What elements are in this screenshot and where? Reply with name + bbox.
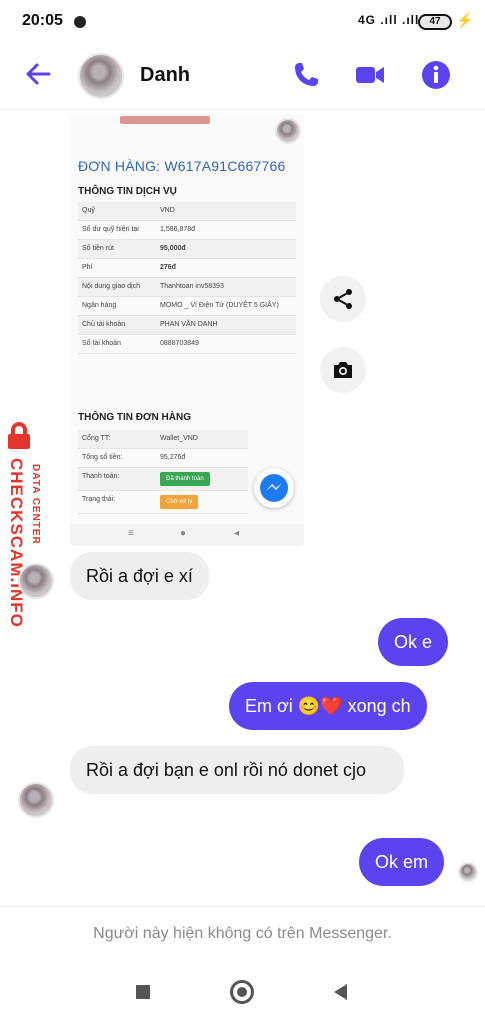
sender-avatar[interactable] bbox=[18, 563, 54, 599]
menu-icon: ≡ bbox=[128, 528, 134, 539]
lock-icon bbox=[8, 422, 30, 449]
shot-nav-bar: ≡ ● ◂ bbox=[70, 524, 304, 546]
outgoing-message[interactable]: Ok e bbox=[378, 618, 449, 666]
contact-name[interactable]: Danh bbox=[140, 64, 190, 87]
table-row: Thanh toán: Đã thanh toán bbox=[78, 467, 248, 491]
status-time: 20:05 bbox=[22, 12, 63, 29]
table-cell-key: Trạng thái: bbox=[78, 490, 156, 514]
back-icon[interactable] bbox=[334, 984, 347, 1000]
table-cell-key: Phí bbox=[78, 258, 156, 278]
table-cell-value: 95,276đ bbox=[156, 448, 248, 468]
home-icon: ● bbox=[180, 528, 187, 539]
table-cell-value: 0888703849 bbox=[156, 334, 296, 354]
battery-icon: 47 bbox=[418, 14, 452, 30]
table-cell-value: 1,586,878đ bbox=[156, 220, 296, 240]
camera-button[interactable] bbox=[320, 347, 366, 393]
table-row: Ngân hàng MOMO _ Ví Điện Tử (DUYỆT 5 GIÂY… bbox=[78, 296, 296, 316]
seen-avatar bbox=[458, 862, 478, 882]
status-badge: Chờ xử lý bbox=[160, 495, 199, 509]
table-cell-key: Cổng TT: bbox=[78, 430, 156, 449]
chat-header: Danh bbox=[0, 44, 485, 110]
status-bar: 20:05 4G .ıll .ıll 47 ⚡ bbox=[0, 0, 485, 44]
table-cell-value: VND bbox=[156, 202, 296, 221]
table-cell-key: Số dư quỹ hiện tại bbox=[78, 220, 156, 240]
video-camera-icon[interactable] bbox=[354, 59, 386, 91]
shared-image-message[interactable]: ĐƠN HÀNG: W617A91C667766 THÔNG TIN DỊCH … bbox=[70, 114, 304, 546]
table-cell-key: Thanh toán: bbox=[78, 467, 156, 491]
messenger-bubble-icon bbox=[254, 468, 294, 508]
table-row: Quỹ VND bbox=[78, 202, 296, 221]
incoming-message[interactable]: Rồi a đợi bạn e onl rồi nó donet cjo bbox=[70, 746, 404, 794]
system-nav-bar bbox=[0, 962, 485, 1024]
notification-icon bbox=[74, 16, 86, 28]
order-title: ĐƠN HÀNG: W617A91C667766 bbox=[78, 158, 286, 174]
phone-icon[interactable] bbox=[290, 59, 322, 91]
signal-icon: 4G .ıll .ıll bbox=[358, 13, 420, 27]
table-cell-value: 276đ bbox=[156, 258, 296, 278]
home-icon[interactable] bbox=[230, 980, 254, 1004]
table-cell-key: Tổng số tiền: bbox=[78, 448, 156, 468]
outgoing-message[interactable]: Em ơi 😊❤️ xong ch bbox=[229, 682, 427, 730]
table-row: Số tài khoản 0888703849 bbox=[78, 334, 296, 354]
share-button[interactable] bbox=[320, 276, 366, 322]
incoming-message[interactable]: Rồi a đợi e xí bbox=[70, 552, 209, 600]
watermark-line1: DATA CENTER bbox=[30, 464, 41, 545]
table-cell-key: Số tài khoản bbox=[78, 334, 156, 354]
info-icon[interactable] bbox=[420, 59, 452, 91]
table-row: Phí 276đ bbox=[78, 258, 296, 278]
table-row: Số dư quỹ hiện tại 1,586,878đ bbox=[78, 220, 296, 240]
table-cell-value: MOMO _ Ví Điện Tử (DUYỆT 5 GIÂY) bbox=[156, 296, 296, 316]
table-cell-key: Ngân hàng bbox=[78, 296, 156, 316]
sender-avatar[interactable] bbox=[18, 782, 54, 818]
table-cell-key: Chủ tài khoản bbox=[78, 315, 156, 335]
service-section-title: THÔNG TIN DỊCH VỤ bbox=[78, 186, 177, 197]
table-cell-value: 95,000đ bbox=[156, 239, 296, 259]
table-cell-value: Thanhtoan inv58393 bbox=[156, 277, 296, 297]
table-cell-key: Quỹ bbox=[78, 202, 156, 221]
camera-icon bbox=[334, 362, 352, 378]
watermark: DATA CENTER CHECKSCAM.INFO bbox=[2, 422, 42, 662]
contact-avatar[interactable] bbox=[78, 53, 124, 99]
table-cell-value: Wallet_VND bbox=[156, 430, 248, 449]
order-section-title: THÔNG TIN ĐƠN HÀNG bbox=[78, 412, 191, 423]
table-cell-key: Nội dung giao dịch bbox=[78, 277, 156, 297]
watermark-line2: CHECKSCAM.INFO bbox=[7, 458, 26, 628]
service-table: Quỹ VND Số dư quỹ hiện tại 1,586,878đ Số t… bbox=[78, 202, 296, 354]
mini-avatar bbox=[275, 118, 301, 144]
table-row: Số tiền rút 95,000đ bbox=[78, 239, 296, 259]
table-row: Tổng số tiền: 95,276đ bbox=[78, 448, 248, 468]
table-row: Nội dung giao dịch Thanhtoan inv58393 bbox=[78, 277, 296, 297]
table-row: Cổng TT: Wallet_VND bbox=[78, 430, 248, 449]
table-cell-key: Số tiền rút bbox=[78, 239, 156, 259]
unavailable-notice: Người này hiện không có trên Messenger. bbox=[0, 906, 485, 960]
charging-icon: ⚡ bbox=[456, 12, 474, 28]
brand-logo bbox=[120, 116, 210, 124]
table-cell-value: PHAN VĂN DANH bbox=[156, 315, 296, 335]
back-arrow-icon[interactable] bbox=[22, 58, 54, 90]
paid-badge: Đã thanh toán bbox=[160, 472, 210, 486]
outgoing-message[interactable]: Ok em bbox=[359, 838, 445, 886]
table-row: Trạng thái: Chờ xử lý bbox=[78, 490, 248, 514]
share-icon bbox=[334, 289, 352, 309]
recents-icon[interactable] bbox=[136, 985, 150, 999]
back-icon: ◂ bbox=[234, 528, 240, 539]
table-row: Chủ tài khoản PHAN VĂN DANH bbox=[78, 315, 296, 335]
order-table: Cổng TT: Wallet_VND Tổng số tiền: 95,276đ … bbox=[78, 430, 248, 514]
